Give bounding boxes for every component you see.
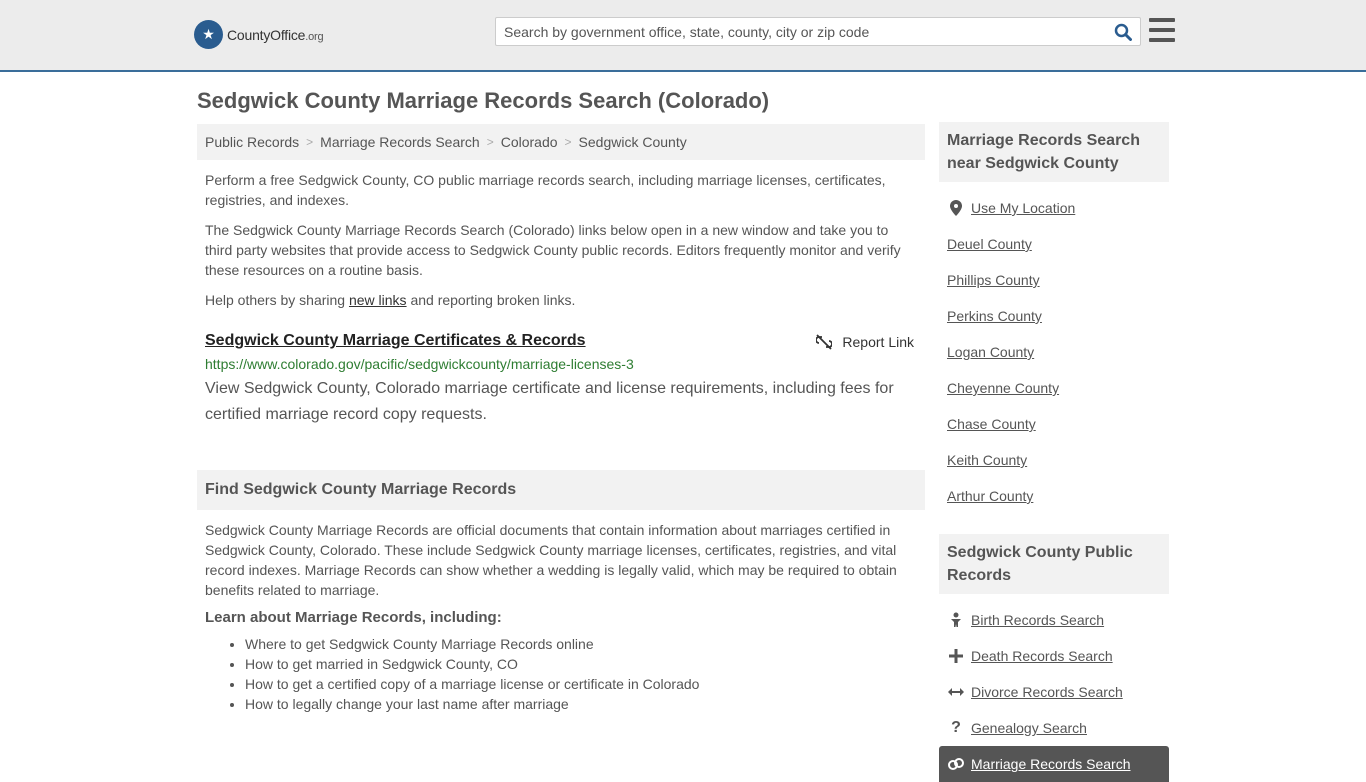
logo[interactable]: ★ CountyOffice.org <box>194 20 324 49</box>
learn-item: Where to get Sedgwick County Marriage Re… <box>245 634 925 654</box>
result-description: View Sedgwick County, Colorado marriage … <box>205 380 894 423</box>
arrows-icon <box>947 687 965 697</box>
nearby-heading: Marriage Records Search near Sedgwick Co… <box>939 122 1169 182</box>
search-button[interactable] <box>1106 18 1140 45</box>
location-pin-icon <box>947 200 965 216</box>
nearby-list: Use My Location Deuel County Phillips Co… <box>939 190 1169 514</box>
nearby-county-link[interactable]: Cheyenne County <box>947 380 1059 396</box>
logo-seal-icon: ★ <box>194 20 223 49</box>
hamburger-menu-icon[interactable] <box>1149 18 1175 42</box>
nearby-county-link[interactable]: Deuel County <box>947 236 1032 252</box>
report-link-label: Report Link <box>842 334 914 350</box>
use-my-location-link[interactable]: Use My Location <box>971 200 1075 216</box>
learn-item: How to legally change your last name aft… <box>245 694 925 714</box>
birth-records-link[interactable]: Birth Records Search <box>971 612 1104 628</box>
main-content: Public Records > Marriage Records Search… <box>197 124 925 714</box>
site-header: ★ CountyOffice.org <box>0 0 1366 72</box>
find-records-heading: Find Sedgwick County Marriage Records <box>197 470 925 510</box>
breadcrumb-sedgwick-county[interactable]: Sedgwick County <box>579 134 687 150</box>
divorce-records-link[interactable]: Divorce Records Search <box>971 684 1123 700</box>
intro-paragraph-2: The Sedgwick County Marriage Records Sea… <box>205 222 901 278</box>
broken-link-icon <box>816 334 833 350</box>
active-sidebar-item: Marriage Records Search <box>939 746 1169 782</box>
page-title: Sedgwick County Marriage Records Search … <box>197 88 770 113</box>
logo-text: CountyOffice <box>227 26 306 43</box>
nearby-county-link[interactable]: Keith County <box>947 452 1027 468</box>
learn-heading: Learn about Marriage Records, including: <box>205 609 502 626</box>
sidebar: Marriage Records Search near Sedgwick Co… <box>939 122 1169 782</box>
result-item: Sedgwick County Marriage Certificates & … <box>197 332 925 428</box>
nearby-county-link[interactable]: Perkins County <box>947 308 1042 324</box>
public-records-heading: Sedgwick County Public Records <box>939 534 1169 594</box>
result-url: https://www.colorado.gov/pacific/sedgwic… <box>205 356 634 372</box>
death-records-link[interactable]: Death Records Search <box>971 648 1113 664</box>
search-input[interactable] <box>496 18 1106 45</box>
baby-icon <box>947 612 965 628</box>
nearby-county-link[interactable]: Phillips County <box>947 272 1040 288</box>
cross-icon <box>947 649 965 663</box>
breadcrumb-separator: > <box>486 135 494 149</box>
find-records-paragraph: Sedgwick County Marriage Records are off… <box>205 522 897 598</box>
question-icon: ? <box>951 719 961 736</box>
learn-list: Where to get Sedgwick County Marriage Re… <box>197 634 925 714</box>
report-link-button[interactable]: Report Link <box>816 334 914 350</box>
logo-tld: .org <box>305 30 324 43</box>
breadcrumb-public-records[interactable]: Public Records <box>205 134 299 150</box>
nearby-county-link[interactable]: Arthur County <box>947 488 1033 504</box>
search-bar <box>495 17 1141 46</box>
breadcrumb-marriage-records[interactable]: Marriage Records Search <box>320 134 480 150</box>
breadcrumb-separator: > <box>306 135 314 149</box>
intro-paragraph-1: Perform a free Sedgwick County, CO publi… <box>205 172 886 208</box>
rings-icon <box>947 757 965 771</box>
intro-paragraph-3: Help others by sharing new links and rep… <box>205 292 576 308</box>
nearby-county-link[interactable]: Chase County <box>947 416 1036 432</box>
nearby-county-link[interactable]: Logan County <box>947 344 1034 360</box>
breadcrumb-separator: > <box>564 135 572 149</box>
use-location-item: Use My Location <box>947 190 1161 226</box>
genealogy-search-link[interactable]: Genealogy Search <box>971 720 1087 736</box>
breadcrumb-colorado[interactable]: Colorado <box>501 134 558 150</box>
breadcrumb: Public Records > Marriage Records Search… <box>197 124 925 160</box>
new-links-link[interactable]: new links <box>349 292 407 308</box>
learn-item: How to get married in Sedgwick County, C… <box>245 654 925 674</box>
marriage-records-link[interactable]: Marriage Records Search <box>971 756 1131 772</box>
result-title-link[interactable]: Sedgwick County Marriage Certificates & … <box>205 332 586 350</box>
public-records-list: Birth Records Search Death Records Searc… <box>939 602 1169 782</box>
learn-item: How to get a certified copy of a marriag… <box>245 674 925 694</box>
search-icon <box>1114 23 1132 41</box>
